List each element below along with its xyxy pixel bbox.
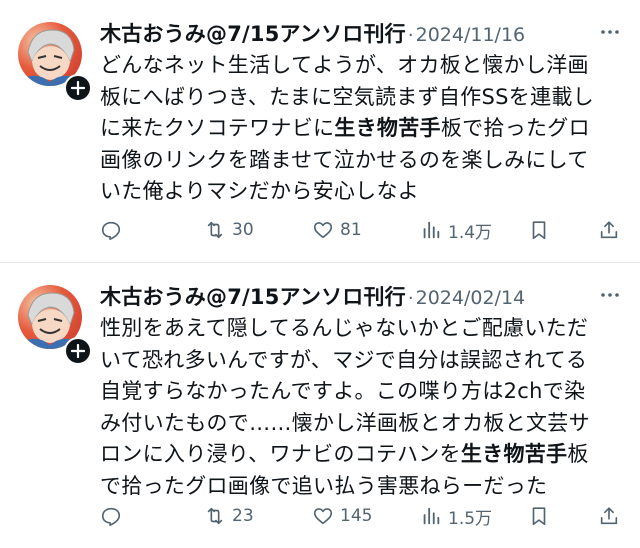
like-button[interactable]: 145: [312, 501, 372, 531]
like-button[interactable]: 81: [312, 215, 362, 245]
like-count: 145: [340, 506, 373, 526]
tweet-date[interactable]: 2024/11/16: [416, 24, 526, 46]
action-bar: 23 145 1.5万: [98, 501, 633, 531]
reply-icon: [101, 221, 121, 240]
reply-button[interactable]: [100, 501, 122, 531]
heart-icon: [313, 222, 333, 239]
text-line: ロンに入り浸り、ワナビのコテハンを生き物苦手板: [100, 442, 589, 466]
text-line: いた俺よりマシだから安心しなよ: [100, 179, 420, 203]
share-icon: [600, 507, 618, 525]
text-line: いて恐れ多いんですが、マジで自分は誤認されてる: [100, 347, 588, 372]
tweet[interactable]: 木古おうみ@7/15アンソロ刊行 · 2024/02/14 性別をあえて隠してるんじ…: [0, 262, 640, 548]
like-count: 81: [340, 220, 362, 240]
text-line: 板にへばりつき、たまに空気読まず自作SSを連載し: [100, 84, 594, 109]
text-line: 自覚すらなかったんですよ。この喋り方は2chで染: [100, 379, 586, 403]
separator: ·: [407, 288, 414, 309]
share-button[interactable]: [598, 215, 620, 245]
views-icon: [423, 221, 440, 239]
follow-button[interactable]: [64, 74, 92, 102]
bookmark-icon: [532, 221, 546, 240]
views-count: 1.4万: [448, 222, 493, 243]
text-line: 画像のリンクを踏ませて泣かせるのを楽しみにして: [100, 147, 589, 172]
share-button[interactable]: [598, 501, 620, 531]
action-bar: 30 81 1.4万: [98, 215, 633, 245]
author-name[interactable]: 木古おうみ@7/15アンソロ刊行: [100, 22, 406, 46]
text-line: に来たクソコテワナビに生き物苦手板で拾ったグロ: [100, 116, 590, 140]
highlighted-term: 生き物苦手: [460, 442, 568, 466]
tweet-header: 木古おうみ@7/15アンソロ刊行 · 2024/11/16: [100, 18, 630, 48]
retweet-count: 30: [232, 220, 254, 240]
more-icon[interactable]: [598, 283, 622, 307]
retweet-button[interactable]: 30: [204, 215, 254, 245]
retweet-count: 23: [232, 506, 254, 526]
views-button[interactable]: 1.5万: [420, 501, 492, 531]
views-icon: [423, 507, 440, 525]
plus-icon: [71, 344, 85, 358]
tweet-text: どんなネット生活してようが、オカ板と懐かし洋画 板にへばりつき、たまに空気読まず…: [100, 50, 635, 208]
follow-button[interactable]: [64, 337, 92, 365]
author-name[interactable]: 木古おうみ@7/15アンソロ刊行: [100, 285, 406, 309]
tweet[interactable]: 木古おうみ@7/15アンソロ刊行 · 2024/11/16 どんなネット生活してよう…: [0, 0, 640, 262]
plus-icon: [71, 81, 85, 95]
views-count: 1.5万: [448, 508, 493, 529]
retweet-button[interactable]: 23: [204, 501, 254, 531]
text-line: 性別をあえて隠してるんじゃないかとご配慮いただ: [100, 316, 589, 340]
bookmark-icon: [532, 507, 546, 526]
tweet-date[interactable]: 2024/02/14: [416, 287, 526, 309]
avatar-group: [18, 22, 92, 102]
text-line: み付いたもので……懐かし洋画板とオカ板と文芸サ: [100, 410, 590, 435]
views-button[interactable]: 1.4万: [420, 215, 492, 245]
retweet-icon: [207, 507, 223, 525]
tweet-text: 性別をあえて隠してるんじゃないかとご配慮いただ いて恐れ多いんですが、マジで自分…: [100, 313, 635, 502]
heart-icon: [313, 508, 333, 525]
avatar-group: [18, 285, 92, 365]
separator: ·: [407, 25, 414, 46]
reply-button[interactable]: [100, 215, 122, 245]
reply-icon: [101, 507, 121, 526]
highlighted-term: 生き物苦手: [334, 116, 441, 140]
retweet-icon: [207, 221, 223, 239]
bookmark-button[interactable]: [528, 215, 550, 245]
more-icon[interactable]: [598, 20, 622, 44]
share-icon: [600, 221, 618, 239]
text-line: どんなネット生活してようが、オカ板と懐かし洋画: [100, 53, 589, 77]
text-line: で拾ったグロ画像で追い払う害悪ねらーだった: [100, 473, 548, 498]
bookmark-button[interactable]: [528, 501, 550, 531]
tweet-header: 木古おうみ@7/15アンソロ刊行 · 2024/02/14: [100, 281, 630, 311]
